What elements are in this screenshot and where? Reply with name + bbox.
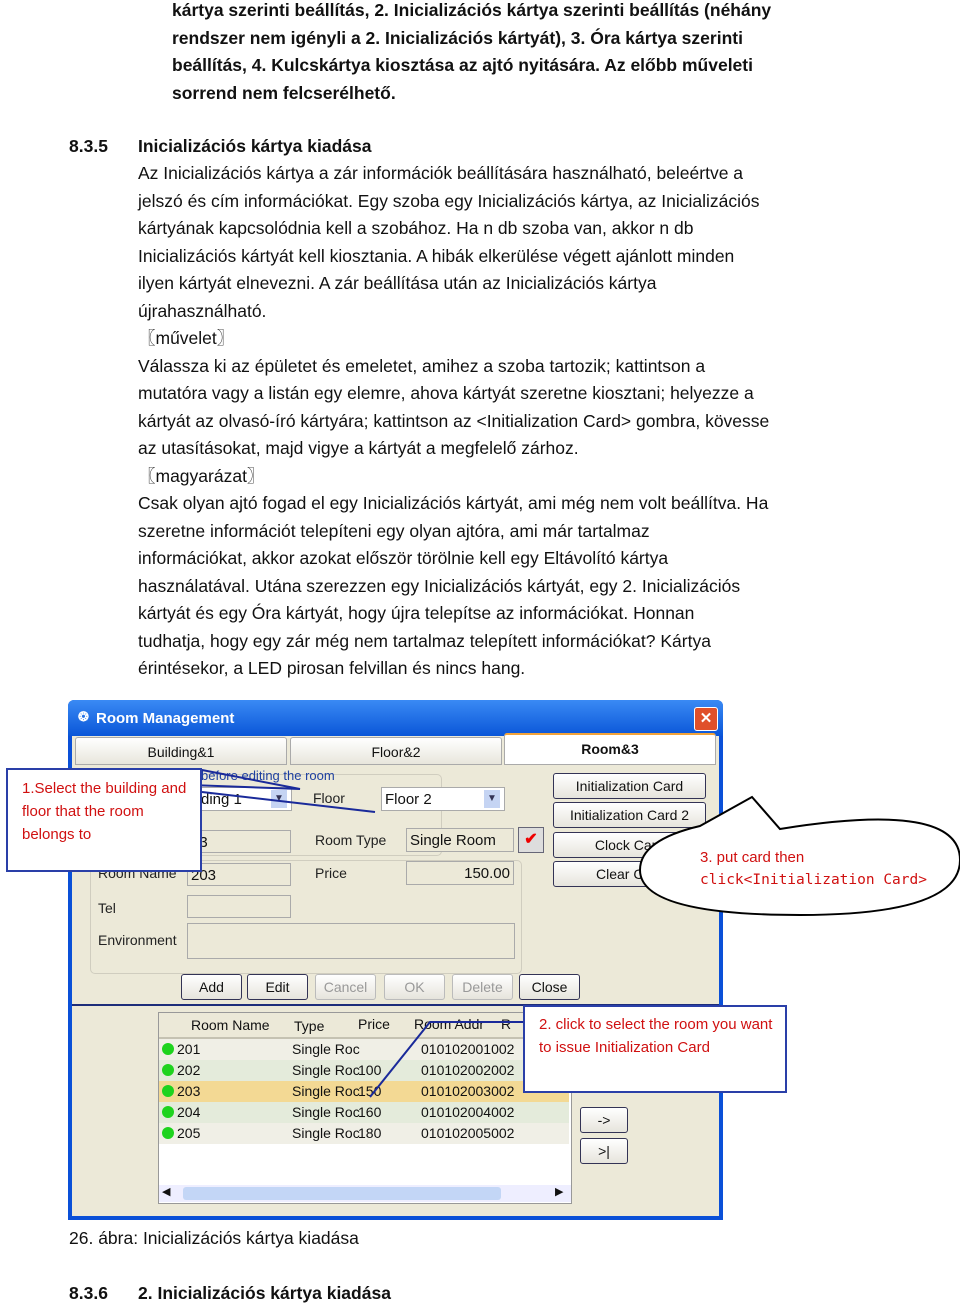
callout-1-pointer-line <box>201 791 376 813</box>
callout-3-line: 3. put card then <box>700 849 805 866</box>
figure-caption: 26. ábra: Inicializációs kártya kiadása <box>69 1228 359 1248</box>
callout-3: 3. put card then click<Initialization Ca… <box>700 846 927 892</box>
callout-2-pointer <box>369 1021 523 1098</box>
next-section-title: 2. Inicializációs kártya kiadása <box>138 1283 391 1303</box>
callout-1: 1.Select the building and floor that the… <box>6 768 202 872</box>
callout-2: 2. click to select the room you want to … <box>523 1005 787 1093</box>
callout-3-line: click<Initialization Card> <box>700 872 927 888</box>
next-section-number: 8.3.6 <box>69 1283 108 1303</box>
callout-1-pointer <box>187 768 301 790</box>
callout-pointers <box>187 768 960 1098</box>
